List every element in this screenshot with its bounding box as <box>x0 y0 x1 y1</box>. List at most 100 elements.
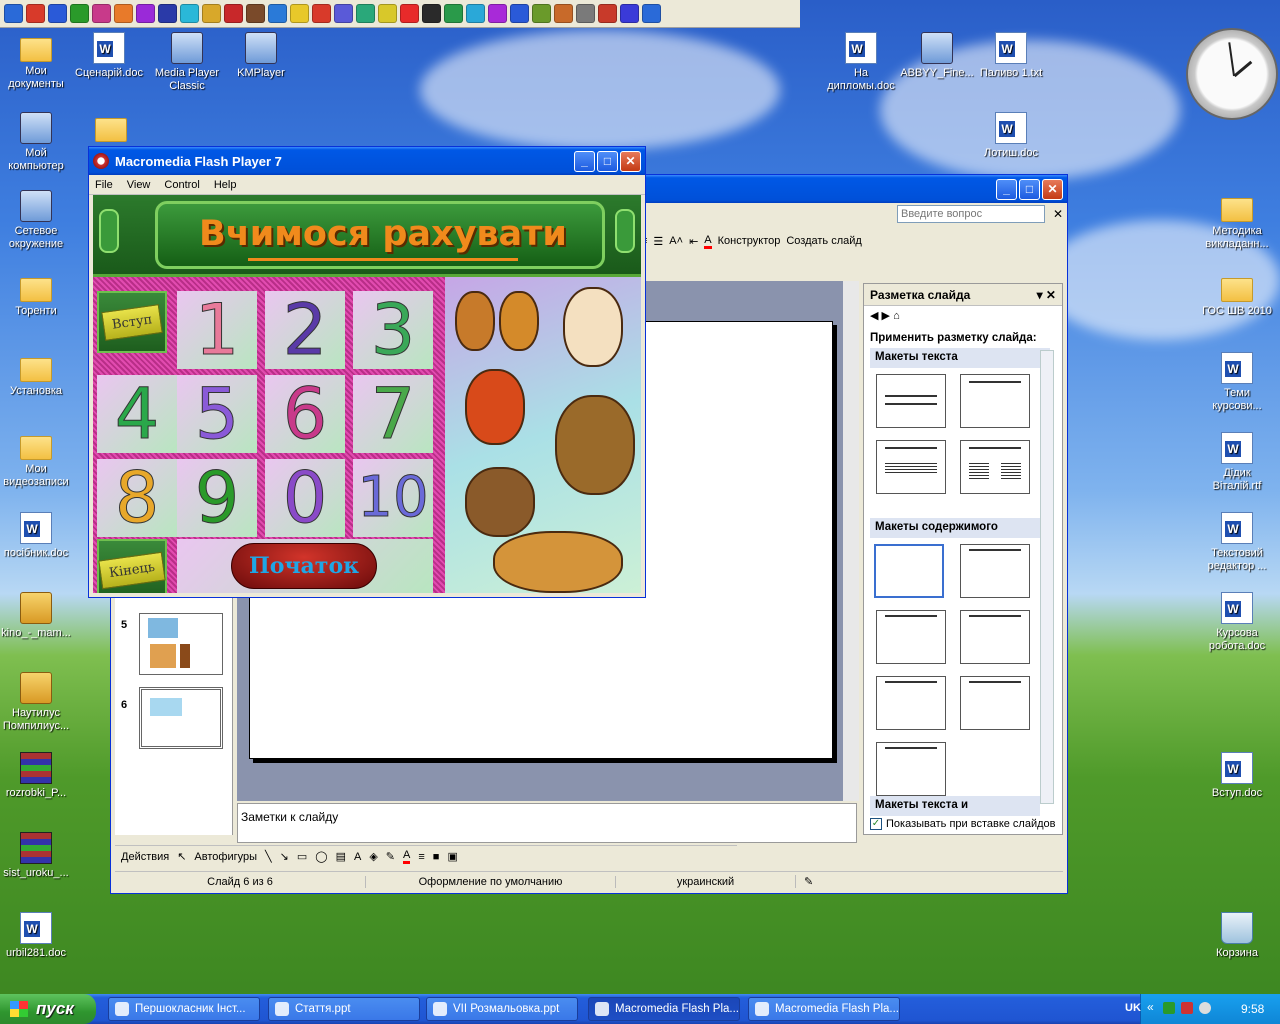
ask-question-input[interactable]: Введите вопрос <box>897 205 1045 223</box>
desktop-icon-torrents[interactable]: Торенти <box>0 272 75 318</box>
designer-button[interactable]: Конструктор <box>718 235 781 247</box>
number-cell-9[interactable]: 9 <box>177 459 257 537</box>
quick-launch-icon[interactable] <box>114 4 133 23</box>
layout-title-content[interactable] <box>876 610 946 664</box>
quick-launch-icon[interactable] <box>26 4 45 23</box>
show-on-insert-checkbox[interactable]: ✓ <box>870 818 882 830</box>
taskpane-close-icon[interactable]: ▾ ✕ <box>1037 288 1056 302</box>
quick-launch-icon[interactable] <box>444 4 463 23</box>
quick-launch-icon[interactable] <box>510 4 529 23</box>
home-icon[interactable]: ⌂ <box>893 310 900 322</box>
quick-launch-icon[interactable] <box>598 4 617 23</box>
arrow-icon[interactable]: ↘ <box>280 850 289 863</box>
menu-help[interactable]: Help <box>214 179 237 191</box>
desktop-icon-temy[interactable]: Теми курсови... <box>1198 352 1276 413</box>
line-color-icon[interactable]: ✎ <box>386 850 395 863</box>
actions-menu[interactable]: Действия <box>121 851 169 863</box>
desktop-icon-my-videos[interactable]: Мои видеозаписи <box>0 430 75 489</box>
start-button[interactable]: Початок <box>231 543 377 589</box>
indent-icon[interactable]: ⇤ <box>689 235 698 248</box>
tray-clock[interactable]: 9:58 <box>1241 1002 1264 1016</box>
desktop-icon-lotysh[interactable]: Лотиш.doc <box>972 112 1050 160</box>
layout-two-columns[interactable] <box>960 440 1030 494</box>
forward-icon[interactable]: ▶ <box>882 310 890 322</box>
fill-color-icon[interactable]: ◈ <box>369 850 377 863</box>
layout-title-text[interactable] <box>876 440 946 494</box>
layout-four-content-3[interactable] <box>876 742 946 796</box>
number-cell-7[interactable]: 7 <box>353 375 433 453</box>
layout-four-content-alt[interactable] <box>960 676 1030 730</box>
slide-thumb-5[interactable] <box>139 613 223 675</box>
desktop-icon-trash[interactable]: Корзина <box>1198 912 1276 960</box>
desktop-icon-diplomy[interactable]: На дипломы.doc <box>822 32 900 93</box>
layout-title-slide[interactable] <box>876 374 946 428</box>
quick-launch-icon[interactable] <box>356 4 375 23</box>
desktop-icon-kino[interactable]: kino_-_mam... <box>0 592 75 640</box>
list-icon[interactable]: ☰ <box>653 235 663 248</box>
rectangle-icon[interactable]: ▭ <box>297 850 307 863</box>
desktop-icon-posibnyk[interactable]: посібник.doc <box>0 512 75 560</box>
desktop-icon-folder-blank[interactable] <box>72 112 150 145</box>
line-icon[interactable]: ╲ <box>265 850 272 863</box>
quick-launch-icon[interactable] <box>290 4 309 23</box>
quick-launch-icon[interactable] <box>158 4 177 23</box>
close-doc-icon[interactable]: ✕ <box>1053 207 1063 221</box>
intro-button[interactable]: Вступ <box>97 291 167 353</box>
quick-launch-icon[interactable] <box>268 4 287 23</box>
quick-launch-icon[interactable] <box>576 4 595 23</box>
textbox-icon[interactable]: ▤ <box>336 850 346 863</box>
quick-launch-icon[interactable] <box>202 4 221 23</box>
desktop-icon-network[interactable]: Сетевое окружение <box>0 190 75 251</box>
layout-title-only[interactable] <box>960 374 1030 428</box>
close-button[interactable]: ✕ <box>1042 178 1063 200</box>
tray-network-icon[interactable] <box>1181 1002 1193 1014</box>
desktop-icon-rozrobki[interactable]: rozrobki_P... <box>0 752 75 800</box>
quick-launch-icon[interactable] <box>48 4 67 23</box>
quick-launch-icon[interactable] <box>92 4 111 23</box>
font-color-icon[interactable]: A <box>403 849 411 864</box>
menu-view[interactable]: View <box>127 179 151 191</box>
quick-launch-icon[interactable] <box>136 4 155 23</box>
taskbar-task-5[interactable]: Macromedia Flash Pla... <box>748 997 900 1021</box>
desktop-icon-gos[interactable]: ГОС ШВ 2010 <box>1198 272 1276 318</box>
quick-launch-icon[interactable] <box>422 4 441 23</box>
quick-launch-icon[interactable] <box>620 4 639 23</box>
number-cell-1[interactable]: 1 <box>177 291 257 369</box>
number-cell-0[interactable]: 0 <box>265 459 345 537</box>
number-cell-5[interactable]: 5 <box>177 375 257 453</box>
quick-launch-icon[interactable] <box>532 4 551 23</box>
slide-thumb-6[interactable] <box>139 687 223 749</box>
wordart-icon[interactable]: A <box>354 851 361 863</box>
desktop-icon-install[interactable]: Установка <box>0 352 75 398</box>
number-cell-8[interactable]: 8 <box>97 459 177 537</box>
desktop-icon-my-docs[interactable]: Мои документы <box>0 32 75 91</box>
number-cell-6[interactable]: 6 <box>265 375 345 453</box>
quick-launch-icon[interactable] <box>378 4 397 23</box>
number-cell-2[interactable]: 2 <box>265 291 345 369</box>
end-button[interactable]: Кінець <box>97 539 167 593</box>
desktop-icon-kmp[interactable]: KMPlayer <box>222 32 300 80</box>
notes-pane[interactable]: Заметки к слайду <box>237 803 857 843</box>
close-button[interactable]: ✕ <box>620 150 641 172</box>
spellcheck-icon[interactable]: ✎ <box>795 875 821 888</box>
number-cell-10[interactable]: 10 <box>353 459 433 537</box>
number-cell-3[interactable]: 3 <box>353 291 433 369</box>
desktop-icon-sist[interactable]: sist_uroku_... <box>0 832 75 880</box>
shadow-icon[interactable]: ■ <box>433 851 440 863</box>
input-language[interactable]: UK <box>1125 1002 1141 1014</box>
desktop-icon-didyk[interactable]: Дідик Віталій.rtf <box>1198 432 1276 493</box>
layout-blank[interactable] <box>874 544 944 598</box>
3d-icon[interactable]: ▣ <box>447 850 457 863</box>
tray-expand-icon[interactable]: « <box>1147 1000 1154 1014</box>
quick-launch-icon[interactable] <box>400 4 419 23</box>
menu-file[interactable]: File <box>95 179 113 191</box>
desktop-icon-mpc[interactable]: Media Player Classic <box>148 32 226 93</box>
layout-two-content[interactable] <box>960 610 1030 664</box>
quick-launch-icon[interactable] <box>246 4 265 23</box>
desktop-icon-metodyka[interactable]: Методика викладанн... <box>1198 192 1276 251</box>
taskbar-task-3[interactable]: VII Розмальовка.ppt <box>426 997 578 1021</box>
tray-volume-icon[interactable] <box>1199 1002 1211 1014</box>
quick-launch-icon[interactable] <box>70 4 89 23</box>
line-style-icon[interactable]: ≡ <box>418 851 424 863</box>
back-icon[interactable]: ◀ <box>870 310 878 322</box>
